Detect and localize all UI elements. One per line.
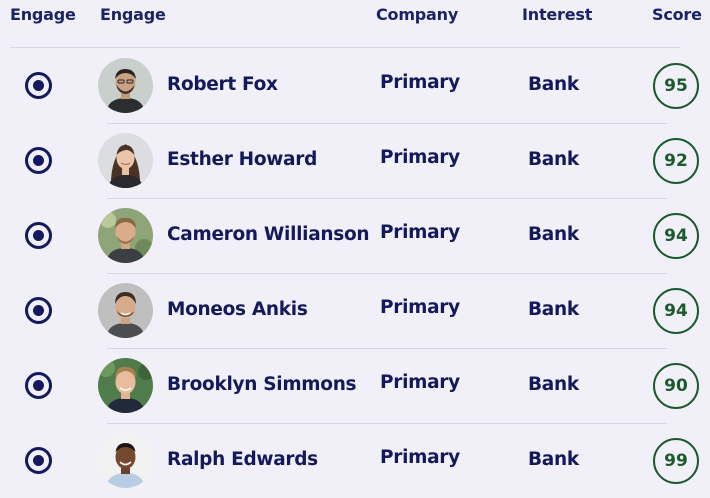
column-header-engage-select[interactable]: Engage — [10, 5, 76, 24]
contact-name[interactable]: Esther Howard — [167, 149, 317, 170]
company-value: Primary — [380, 372, 460, 393]
engage-radio[interactable] — [25, 297, 52, 324]
table-row[interactable]: Ralph Edwards Primary Bank 99 — [0, 423, 710, 498]
score-badge: 94 — [653, 288, 699, 334]
contact-name[interactable]: Robert Fox — [167, 74, 278, 95]
interest-value: Bank — [528, 374, 579, 395]
user-avatar-icon — [98, 358, 153, 413]
contact-name[interactable]: Moneos Ankis — [167, 299, 308, 320]
engage-radio[interactable] — [25, 372, 52, 399]
avatar — [98, 133, 153, 188]
table-row[interactable]: Cameron Willianson Primary Bank 94 — [0, 198, 710, 274]
company-value: Primary — [380, 72, 460, 93]
user-avatar-icon — [98, 208, 153, 263]
score-badge: 95 — [653, 63, 699, 109]
contact-name[interactable]: Brooklyn Simmons — [167, 374, 357, 395]
engage-radio[interactable] — [25, 147, 52, 174]
interest-value: Bank — [528, 449, 579, 470]
interest-value: Bank — [528, 74, 579, 95]
engage-radio[interactable] — [25, 447, 52, 474]
avatar — [98, 433, 153, 488]
contact-name[interactable]: Cameron Willianson — [167, 224, 370, 245]
avatar — [98, 58, 153, 113]
score-badge: 94 — [653, 213, 699, 259]
table-row[interactable]: Brooklyn Simmons Primary Bank 90 — [0, 348, 710, 424]
score-badge: 90 — [653, 363, 699, 409]
company-value: Primary — [380, 147, 460, 168]
column-header-score[interactable]: Score — [652, 5, 702, 24]
avatar — [98, 358, 153, 413]
engage-radio[interactable] — [25, 222, 52, 249]
user-avatar-icon — [98, 433, 153, 488]
table-header: Engage Engage Company Interest Score — [0, 0, 710, 30]
column-header-interest[interactable]: Interest — [522, 5, 592, 24]
company-value: Primary — [380, 297, 460, 318]
interest-value: Bank — [528, 299, 579, 320]
column-header-company[interactable]: Company — [376, 5, 458, 24]
score-badge: 99 — [653, 438, 699, 484]
avatar — [98, 208, 153, 263]
avatar — [98, 283, 153, 338]
user-avatar-icon — [98, 283, 153, 338]
interest-value: Bank — [528, 224, 579, 245]
table-row[interactable]: Esther Howard Primary Bank 92 — [0, 123, 710, 199]
company-value: Primary — [380, 222, 460, 243]
table-row[interactable]: Moneos Ankis Primary Bank 94 — [0, 273, 710, 349]
column-header-engage[interactable]: Engage — [100, 5, 166, 24]
engage-radio[interactable] — [25, 72, 52, 99]
contact-name[interactable]: Ralph Edwards — [167, 449, 318, 470]
user-avatar-icon — [98, 133, 153, 188]
interest-value: Bank — [528, 149, 579, 170]
score-badge: 92 — [653, 138, 699, 184]
table-row[interactable]: Robert Fox Primary Bank 95 — [0, 48, 710, 124]
user-avatar-icon — [98, 58, 153, 113]
company-value: Primary — [380, 447, 460, 468]
